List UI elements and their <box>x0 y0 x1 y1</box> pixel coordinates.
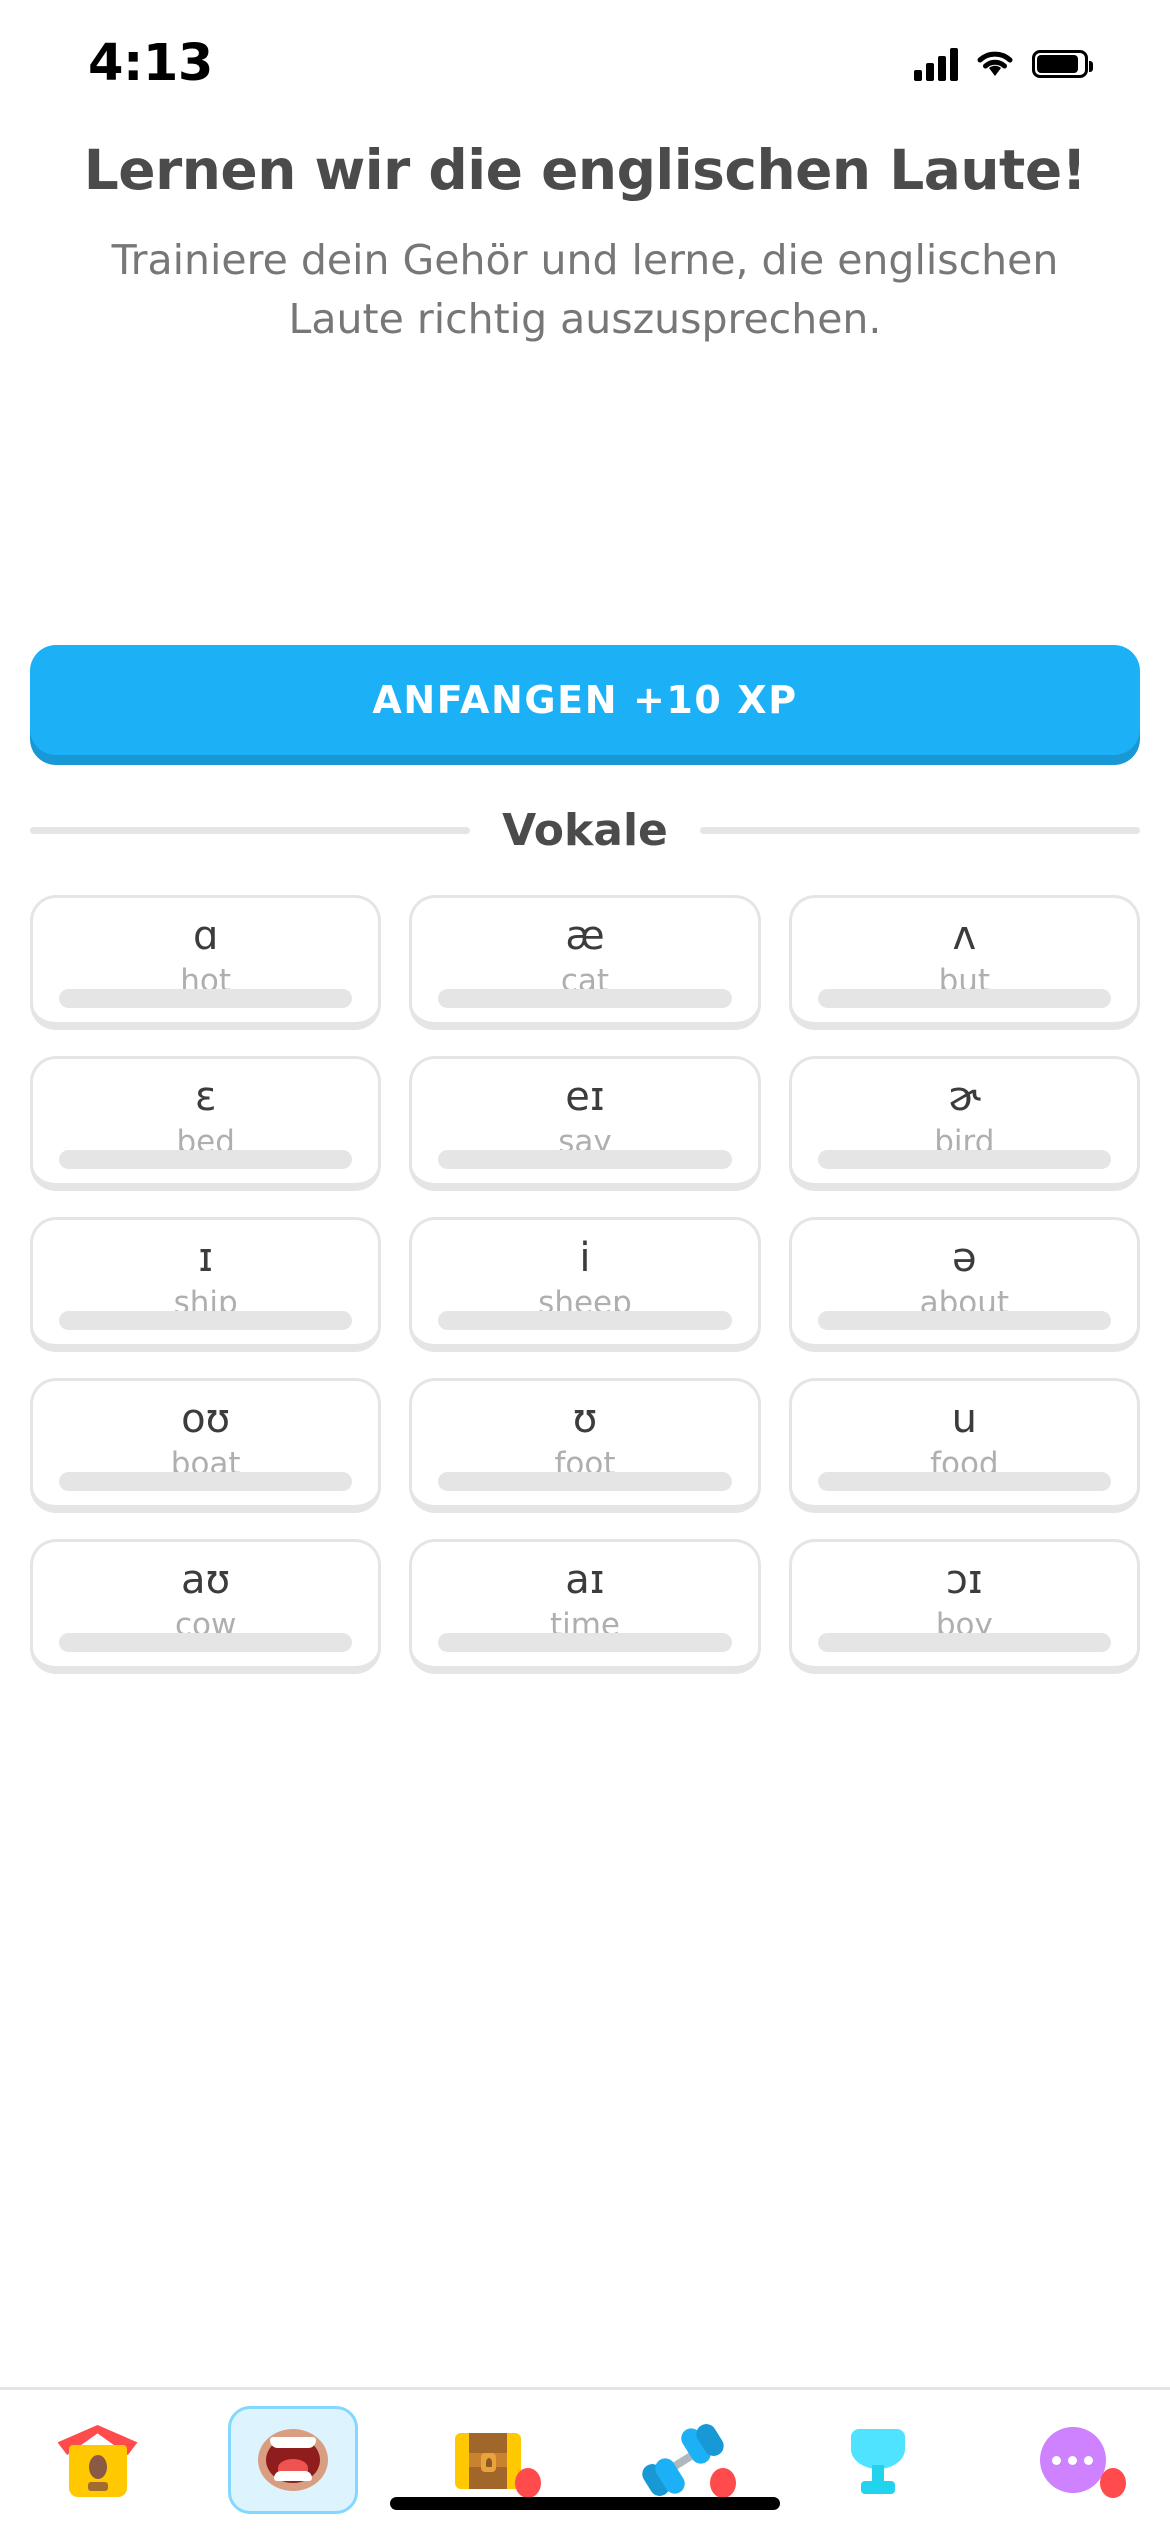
battery-icon <box>1032 50 1093 78</box>
page-subtitle: Trainiere dein Gehör und lerne, die engl… <box>111 235 1059 343</box>
phoneme-symbol: ɑ <box>192 913 219 959</box>
phoneme-symbol: aʊ <box>181 1557 231 1603</box>
phoneme-progress-bar <box>59 1150 353 1169</box>
phoneme-card[interactable]: ə about <box>788 1217 1140 1352</box>
home-indicator <box>390 2497 780 2510</box>
nav-item-open-mouth[interactable] <box>227 2406 358 2514</box>
divider-right <box>699 827 1141 834</box>
phoneme-progress-bar <box>817 1472 1111 1491</box>
open-mouth-icon <box>250 2417 336 2503</box>
bottom-navigation-bar <box>0 2387 1170 2532</box>
phoneme-card[interactable]: eɪ say <box>409 1056 761 1191</box>
phoneme-progress-bar <box>817 1633 1111 1652</box>
phoneme-progress-bar <box>59 1311 353 1330</box>
phoneme-symbol: ʌ <box>952 913 977 959</box>
notification-badge <box>709 2468 736 2498</box>
phoneme-progress-bar <box>438 1472 732 1491</box>
phoneme-card[interactable]: æ cat <box>409 895 761 1030</box>
phoneme-card[interactable]: ʊ foot <box>409 1378 761 1513</box>
phoneme-symbol: ʊ <box>572 1396 598 1442</box>
cellular-signal-icon <box>914 47 958 81</box>
phoneme-card[interactable]: oʊ boat <box>30 1378 382 1513</box>
nav-item-more-options[interactable] <box>1008 2406 1138 2514</box>
status-bar: 4:13 <box>0 0 1170 110</box>
section-title: Vokale <box>502 805 668 856</box>
phoneme-card[interactable]: ɔɪ boy <box>788 1539 1140 1674</box>
nav-item-birdhouse-home[interactable] <box>33 2406 163 2514</box>
phoneme-symbol: ɔɪ <box>945 1557 983 1603</box>
phoneme-symbol: æ <box>565 913 605 959</box>
section-header-vowels: Vokale <box>30 805 1141 856</box>
status-time: 4:13 <box>88 33 213 93</box>
phoneme-symbol: ɪ <box>198 1235 214 1281</box>
divider-left <box>30 827 471 834</box>
phoneme-card[interactable]: ɪ ship <box>30 1217 382 1352</box>
trophy-icon <box>835 2417 921 2503</box>
page-title: Lernen wir die englischen Laute! <box>83 138 1087 202</box>
phoneme-symbol: ɛ <box>194 1074 217 1120</box>
phoneme-progress-bar <box>438 989 732 1008</box>
phoneme-symbol: aɪ <box>565 1557 605 1603</box>
phoneme-progress-bar <box>438 1633 732 1652</box>
notification-badge <box>514 2468 541 2498</box>
phoneme-card[interactable]: aʊ cow <box>30 1539 382 1674</box>
phoneme-symbol: u <box>951 1396 977 1442</box>
phoneme-progress-bar <box>817 1311 1111 1330</box>
phoneme-card[interactable]: aɪ time <box>409 1539 761 1674</box>
start-lesson-container: ANFANGEN +10 XP <box>30 645 1140 755</box>
phoneme-symbol: ɚ <box>947 1074 981 1120</box>
notification-badge <box>1099 2468 1126 2498</box>
phoneme-grid: ɑ hot æ cat ʌ but ɛ bed eɪ say ɚ bird ɪ ship i sheep ə ab… <box>30 895 1140 1674</box>
phoneme-card[interactable]: u food <box>788 1378 1140 1513</box>
phoneme-card[interactable]: ɑ hot <box>30 895 382 1030</box>
phoneme-card[interactable]: ɛ bed <box>30 1056 382 1191</box>
phoneme-symbol: eɪ <box>565 1074 605 1120</box>
phoneme-card[interactable]: ʌ but <box>788 895 1140 1030</box>
start-lesson-button[interactable]: ANFANGEN +10 XP <box>30 645 1140 755</box>
phoneme-progress-bar <box>59 1633 353 1652</box>
phoneme-progress-bar <box>817 989 1111 1008</box>
birdhouse-home-icon <box>55 2417 141 2503</box>
phoneme-progress-bar <box>59 989 353 1008</box>
phoneme-card[interactable]: ɚ bird <box>788 1056 1140 1191</box>
phoneme-progress-bar <box>59 1472 353 1491</box>
phoneme-symbol: ə <box>952 1235 977 1281</box>
phoneme-progress-bar <box>438 1311 732 1330</box>
phoneme-progress-bar <box>438 1150 732 1169</box>
wifi-icon <box>975 49 1015 79</box>
page-header: Lernen wir die englischen Laute! Trainie… <box>0 140 1170 349</box>
phoneme-symbol: i <box>579 1235 591 1281</box>
phoneme-symbol: oʊ <box>181 1396 231 1442</box>
phoneme-card[interactable]: i sheep <box>409 1217 761 1352</box>
status-indicators <box>914 29 1093 81</box>
app-screen: 4:13 Lernen wir die englischen Laute! Tr… <box>0 0 1170 2532</box>
nav-item-trophy[interactable] <box>813 2406 943 2514</box>
phoneme-progress-bar <box>817 1150 1111 1169</box>
